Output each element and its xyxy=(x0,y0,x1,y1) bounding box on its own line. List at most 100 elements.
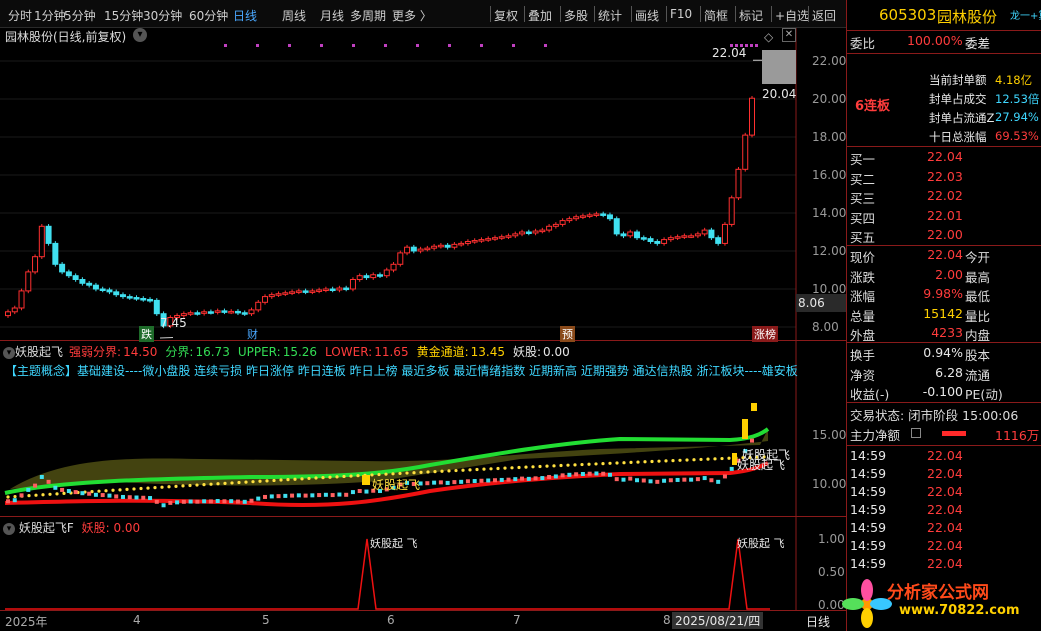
period-tab-5[interactable]: 60分钟 xyxy=(189,7,228,24)
indicator-tick xyxy=(452,480,457,485)
indicator-tick xyxy=(66,489,71,494)
toolbar-button-5[interactable]: F10 xyxy=(670,7,692,21)
toolbar-button-1[interactable]: 叠加 xyxy=(528,7,552,24)
event-mark-limit-list[interactable]: 涨榜 xyxy=(752,326,778,342)
chevron-down-icon[interactable]: ▾ xyxy=(133,28,147,42)
y-tick-label: 15.00 xyxy=(812,428,846,442)
indicator-tick xyxy=(269,494,274,499)
candle-body xyxy=(119,294,126,298)
seal-stat-value: 69.53% xyxy=(995,129,1039,143)
candle-body xyxy=(498,236,505,239)
golden-dot xyxy=(216,482,220,486)
golden-dot xyxy=(377,472,381,477)
candle-body xyxy=(634,231,641,239)
indicator-tick xyxy=(276,494,281,499)
price-tag-box xyxy=(762,50,796,84)
toolbar-button-8[interactable]: +自选 xyxy=(775,7,809,24)
indicator-panel-1[interactable]: 15.00 10.00 妖股起飞 妖股起飞 妖股起飞 ▾ 妖股起飞 强弱分界: 14.50 分界… xyxy=(0,341,846,517)
indicator-panel-2[interactable]: 1.00 0.50 0.00 妖股起 飞妖股起 飞 ▾ 妖股起飞F 妖股: 0.00 xyxy=(0,517,846,612)
period-label[interactable]: 日线 xyxy=(806,613,830,630)
indicator-tick xyxy=(134,495,139,500)
bid-price: 22.03 xyxy=(927,168,963,184)
golden-dot xyxy=(594,462,598,466)
indicator-tick xyxy=(750,438,754,443)
tick-row: 14:59 22.04 xyxy=(847,484,1041,503)
bid-price: 22.04 xyxy=(927,149,963,164)
chevron-down-icon[interactable]: ▾ xyxy=(3,346,15,359)
indicator-tick xyxy=(33,483,38,488)
candle-body xyxy=(606,214,613,220)
indicator-tick xyxy=(350,490,355,495)
quote-value: 15142 xyxy=(923,305,963,321)
golden-dot xyxy=(587,462,591,466)
close-icon[interactable]: ✕ xyxy=(782,28,796,42)
toolbar-button-3[interactable]: 统计 xyxy=(598,7,622,24)
toolbar-button-0[interactable]: 复权 xyxy=(494,7,518,24)
candle-body xyxy=(377,274,383,277)
bid-row[interactable]: 买四 22.01 xyxy=(847,208,1041,227)
bid-row[interactable]: 买五 22.00 xyxy=(847,227,1041,246)
signal-label: 妖股起 飞 xyxy=(370,536,418,550)
metric-label: 妖股: xyxy=(81,521,110,535)
golden-dot xyxy=(447,469,451,473)
period-tab-9[interactable]: 多周期 xyxy=(350,7,386,24)
period-tab-2[interactable]: 5分钟 xyxy=(64,7,96,24)
period-tab-7[interactable]: 周线 xyxy=(282,7,306,24)
candle-body xyxy=(194,312,201,315)
quote-value: 22.04 xyxy=(927,247,963,262)
golden-dot xyxy=(657,459,661,463)
golden-dot xyxy=(629,460,633,464)
golden-dot xyxy=(461,468,465,472)
candle-body xyxy=(72,275,79,280)
kline-panel[interactable]: 22.00 20.00 18.00 16.00 14.00 12.00 10.00 8.00 … xyxy=(0,28,846,342)
period-tab-3[interactable]: 15分钟 xyxy=(104,7,143,24)
indicator-tick xyxy=(39,474,44,479)
candle-body xyxy=(410,246,417,252)
table-icon[interactable] xyxy=(911,428,921,438)
indicator-tick xyxy=(601,471,606,476)
indicator-tick xyxy=(303,493,308,498)
toolbar-button-2[interactable]: 多股 xyxy=(564,7,588,24)
candle-body xyxy=(721,223,728,244)
quote-value: 2.00 xyxy=(935,266,963,282)
period-tab-6[interactable]: 日线 xyxy=(233,7,257,24)
toolbar-button-6[interactable]: 简框 xyxy=(704,7,728,24)
event-mark-forecast[interactable]: 预 xyxy=(560,326,575,342)
candle-body xyxy=(600,213,607,216)
seal-stat-label: 当前封单额 xyxy=(929,73,987,87)
bid-label: 买五 xyxy=(850,230,876,245)
candle-body xyxy=(45,225,52,244)
corner-tag[interactable]: 龙一+算 xyxy=(1010,7,1041,22)
period-tab-4[interactable]: 30分钟 xyxy=(143,7,182,24)
golden-dot xyxy=(727,456,731,460)
period-tab-0[interactable]: 分时 xyxy=(8,7,32,24)
golden-dot xyxy=(615,461,619,465)
signal-dot xyxy=(512,44,515,47)
event-mark-down[interactable]: 跌 xyxy=(139,326,154,342)
diamond-icon[interactable]: ◇ xyxy=(764,30,773,44)
kline-chart[interactable]: 22.0020.0018.0016.0014.0012.0010.008.00 xyxy=(0,28,846,341)
more-menu[interactable]: 更多 〉 xyxy=(392,7,432,24)
bid-row[interactable]: 买三 22.02 xyxy=(847,188,1041,207)
bid-row[interactable]: 买一 22.04 xyxy=(847,149,1041,168)
period-tab-8[interactable]: 月线 xyxy=(320,7,344,24)
period-tab-1[interactable]: 1分钟 xyxy=(34,7,66,24)
event-mark-finance[interactable]: 财 xyxy=(247,326,258,342)
chart-title: 园林股份(日线,前复权) xyxy=(5,30,127,44)
toolbar-button-9[interactable]: 返回 xyxy=(812,7,836,24)
candle-body xyxy=(451,243,458,248)
chevron-down-icon[interactable]: ▾ xyxy=(3,522,15,535)
candle-body xyxy=(404,246,411,254)
indicator-tick xyxy=(695,477,700,482)
toolbar-button-7[interactable]: 标记 xyxy=(739,7,763,24)
toolbar-button-4[interactable]: 画线 xyxy=(635,7,659,24)
tick-price: 22.04 xyxy=(927,484,963,499)
candle-body xyxy=(640,237,647,240)
candle-body xyxy=(681,235,688,238)
candle-body xyxy=(620,233,627,237)
stats-row: 换手 0.94% 股本 xyxy=(847,345,1041,364)
seal-stat-label: 十日总涨幅 xyxy=(929,130,987,144)
indicator-tick xyxy=(574,472,579,477)
seal-stat-row: 十日总涨幅 69.53% xyxy=(847,129,1041,148)
bid-row[interactable]: 买二 22.03 xyxy=(847,169,1041,188)
